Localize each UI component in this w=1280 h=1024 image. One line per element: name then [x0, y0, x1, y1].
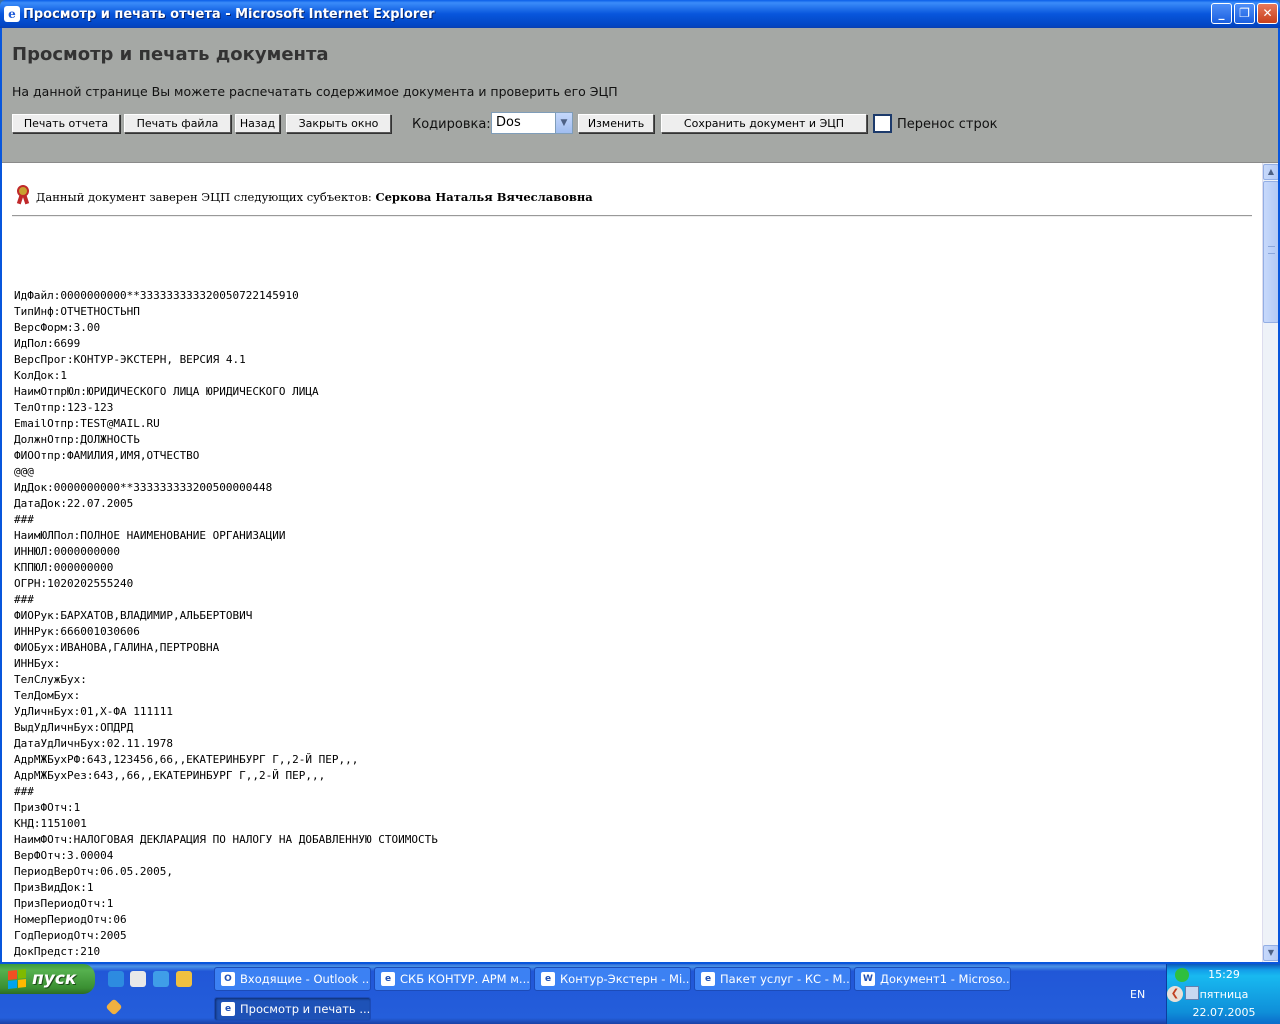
title-bar[interactable]: e Просмотр и печать отчета - Microsoft I… [0, 0, 1280, 28]
page-header: Просмотр и печать документа На данной ст… [2, 28, 1278, 163]
ie-icon: e [701, 972, 715, 986]
system-tray: ❮ 15:29 пятница 22.07.2005 [1166, 964, 1280, 1024]
browser-client-area: Просмотр и печать документа На данной ст… [2, 28, 1278, 962]
ie-icon: e [381, 972, 395, 986]
chevron-down-icon[interactable]: ▼ [555, 113, 572, 133]
ie-icon: e [221, 1002, 235, 1016]
outlook-icon: O [221, 972, 235, 986]
windows-logo-icon [8, 969, 26, 989]
start-button[interactable]: пуск [0, 964, 95, 994]
quicklaunch-desktop-icon[interactable] [130, 971, 146, 987]
clock-date: 22.07.2005 [1192, 1006, 1256, 1019]
print-file-button[interactable]: Печать файла [124, 114, 231, 133]
language-indicator[interactable]: EN [1130, 988, 1145, 1001]
taskbar-item-service-package[interactable]: e Пакет услуг - КС - М... [694, 967, 851, 991]
start-label: пуск [32, 969, 77, 989]
ie-icon: e [541, 972, 555, 986]
taskbar-item-outlook[interactable]: O Входящие - Outlook ... [214, 967, 371, 991]
maximize-button[interactable]: ❐ [1234, 3, 1255, 24]
clock-weekday: пятница [1199, 988, 1249, 1001]
signature-info: Данный документ заверен ЭЦП следующих су… [14, 185, 593, 205]
window-controls: _ ❐ ✕ [1211, 3, 1278, 24]
encoding-value: Dos [496, 115, 521, 130]
quicklaunch-ie-icon[interactable] [108, 971, 124, 987]
scroll-down-icon[interactable]: ▼ [1263, 945, 1278, 961]
back-button[interactable]: Назад [235, 114, 280, 133]
scroll-thumb[interactable] [1263, 181, 1278, 323]
taskbar: пуск O Входящие - Outlook ... e СКБ КОНТУР… [0, 964, 1280, 1024]
encoding-select[interactable]: Dos ▼ [491, 112, 573, 134]
wrap-lines-label: Перенос строк [897, 117, 998, 132]
divider [12, 215, 1252, 217]
save-document-signature-button[interactable]: Сохранить документ и ЭЦП [661, 114, 867, 133]
scroll-up-icon[interactable]: ▲ [1263, 164, 1278, 180]
taskbar-item-skb-kontur[interactable]: e СКБ КОНТУР. АРМ м... [374, 967, 531, 991]
vertical-scrollbar[interactable]: ▲ ▼ [1262, 163, 1278, 962]
close-button[interactable]: ✕ [1257, 3, 1278, 24]
print-report-button[interactable]: Печать отчета [12, 114, 120, 133]
document-content: Данный документ заверен ЭЦП следующих су… [2, 163, 1262, 962]
ie-icon: e [4, 6, 20, 22]
taskbar-item-print-preview[interactable]: e Просмотр и печать ... [214, 997, 371, 1021]
browser-window: Просмотр и печать документа На данной ст… [0, 28, 1280, 964]
quicklaunch-app-icon[interactable] [176, 971, 192, 987]
clock-time: 15:29 [1208, 968, 1240, 981]
minimize-button[interactable]: _ [1211, 3, 1232, 24]
window-title: Просмотр и печать отчета - Microsoft Int… [23, 6, 435, 22]
signature-text: Данный документ заверен ЭЦП следующих су… [36, 190, 593, 204]
taskbar-item-kontur-extern[interactable]: e Контур-Экстерн - Mi... [534, 967, 691, 991]
quicklaunch-tool-icon[interactable] [105, 998, 123, 1016]
taskbar-item-word-document[interactable]: W Документ1 - Microso... [854, 967, 1011, 991]
seal-icon [14, 185, 32, 205]
close-window-button[interactable]: Закрыть окно [286, 114, 391, 133]
document-body-text: ИдФайл:0000000000**333333333320050722145… [14, 289, 438, 962]
page-title: Просмотр и печать документа [12, 44, 329, 65]
page-description: На данной странице Вы можете распечатать… [12, 84, 618, 99]
wrap-lines-checkbox[interactable] [873, 114, 892, 133]
quicklaunch-outlook-icon[interactable] [153, 971, 169, 987]
word-icon: W [861, 972, 875, 986]
signer-name: Серкова Наталья Вячеславовна [375, 190, 593, 204]
change-button[interactable]: Изменить [578, 114, 654, 133]
encoding-label: Кодировка: [412, 117, 491, 132]
